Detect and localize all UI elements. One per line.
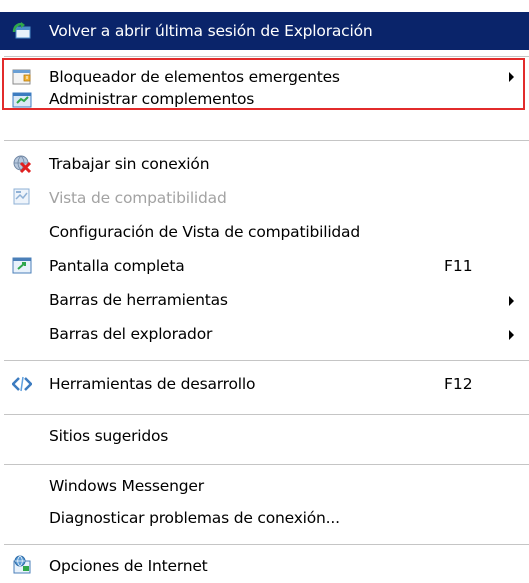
menu-item-label: Configuración de Vista de compatibilidad — [49, 223, 360, 241]
tools-menu: Volver a abrir última sesión de Explorac… — [0, 0, 529, 583]
menu-item-compatibility-view: Vista de compatibilidad — [0, 186, 529, 212]
fullscreen-icon — [12, 256, 32, 276]
menu-item-label: Diagnosticar problemas de conexión... — [49, 509, 340, 527]
internet-options-icon — [12, 555, 32, 575]
menu-item-fullscreen[interactable]: Pantalla completa F11 — [0, 254, 529, 280]
submenu-arrow-icon — [509, 330, 514, 340]
menu-item-work-offline[interactable]: Trabajar sin conexión — [0, 152, 529, 178]
menu-item-diagnose-connection[interactable]: Diagnosticar problemas de conexión... — [0, 506, 529, 532]
menu-item-label: Sitios sugeridos — [49, 427, 169, 445]
menu-item-label: Trabajar sin conexión — [49, 155, 210, 173]
menu-item-label: Pantalla completa — [49, 257, 185, 275]
work-offline-icon — [12, 154, 32, 174]
menu-item-label: Opciones de Internet — [49, 557, 208, 575]
menu-item-windows-messenger[interactable]: Windows Messenger — [0, 474, 529, 500]
shortcut-label: F11 — [444, 257, 473, 275]
separator — [4, 464, 529, 466]
annotation-highlight-box — [2, 58, 525, 110]
menu-item-developer-tools[interactable]: Herramientas de desarrollo F12 — [0, 372, 529, 398]
menu-item-label: Barras de herramientas — [49, 291, 228, 309]
shortcut-label: F12 — [444, 375, 473, 393]
menu-item-toolbars[interactable]: Barras de herramientas — [0, 288, 529, 314]
separator — [4, 414, 529, 416]
separator — [4, 544, 529, 546]
menu-item-label: Vista de compatibilidad — [49, 189, 227, 207]
menu-item-suggested-sites[interactable]: Sitios sugeridos — [0, 424, 529, 450]
submenu-arrow-icon — [509, 296, 514, 306]
menu-item-label: Windows Messenger — [49, 477, 204, 495]
compatibility-view-icon — [12, 187, 32, 207]
menu-item-compatibility-view-settings[interactable]: Configuración de Vista de compatibilidad — [0, 220, 529, 246]
developer-tools-icon — [11, 374, 33, 394]
separator — [4, 140, 529, 142]
reopen-session-icon — [12, 21, 32, 41]
menu-item-label: Herramientas de desarrollo — [49, 375, 256, 393]
menu-item-reopen-last-session[interactable]: Volver a abrir última sesión de Explorac… — [0, 12, 529, 50]
menu-item-explorer-bars[interactable]: Barras del explorador — [0, 322, 529, 348]
menu-item-label: Barras del explorador — [49, 325, 213, 343]
menu-item-internet-options[interactable]: Opciones de Internet — [0, 554, 529, 580]
menu-item-label: Volver a abrir última sesión de Explorac… — [49, 22, 373, 40]
separator — [4, 360, 529, 362]
